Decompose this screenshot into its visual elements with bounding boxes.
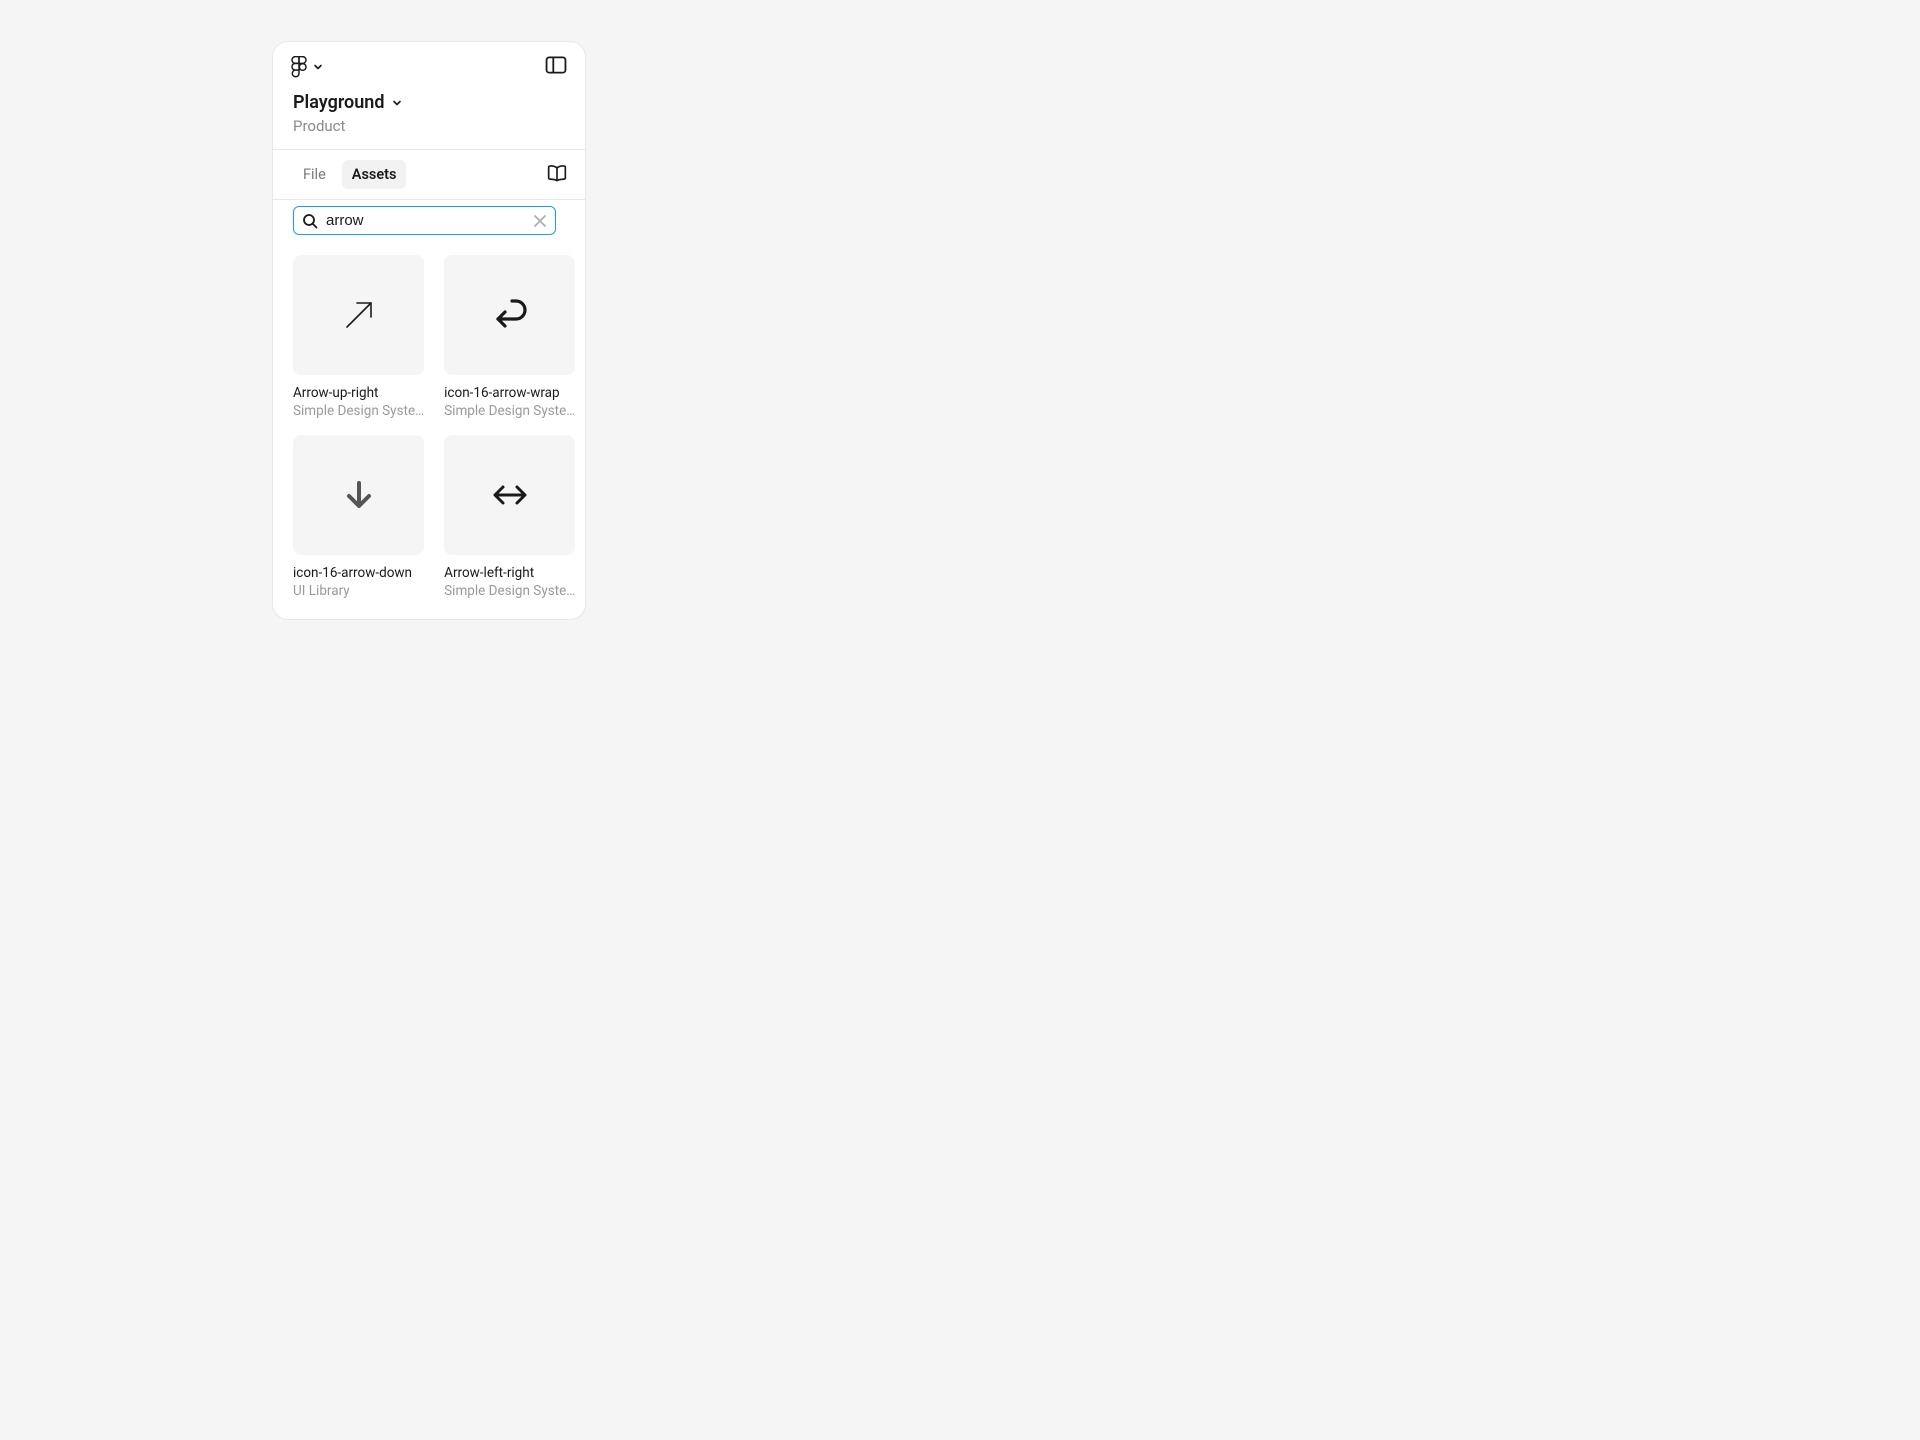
asset-item[interactable]: icon-16-arrow-wrap Simple Design Syste… xyxy=(444,255,575,419)
asset-name: Arrow-left-right xyxy=(444,565,575,581)
asset-thumb xyxy=(293,255,424,375)
library-button[interactable] xyxy=(547,164,567,186)
asset-item[interactable]: icon-16-arrow-down UI Library xyxy=(293,435,424,599)
asset-library: Simple Design Syste… xyxy=(444,403,575,419)
tabs-row: File Assets xyxy=(273,150,585,199)
asset-item[interactable]: Arrow-left-right Simple Design Syste… xyxy=(444,435,575,599)
tabs: File Assets xyxy=(293,160,406,189)
asset-name: icon-16-arrow-down xyxy=(293,565,424,581)
asset-item[interactable]: Arrow-up-right Simple Design Syste… xyxy=(293,255,424,419)
search-input[interactable] xyxy=(326,212,525,229)
search-row xyxy=(273,200,585,247)
assets-panel: Playground Product File Assets xyxy=(272,41,586,620)
asset-library: Simple Design Syste… xyxy=(293,403,424,419)
asset-name: icon-16-arrow-wrap xyxy=(444,385,575,401)
file-title-dropdown[interactable]: Playground xyxy=(293,92,565,113)
asset-library: Simple Design Syste… xyxy=(444,583,575,599)
asset-name: Arrow-up-right xyxy=(293,385,424,401)
arrow-up-right-icon xyxy=(337,293,381,337)
assets-grid: Arrow-up-right Simple Design Syste… icon… xyxy=(273,247,585,619)
title-block: Playground Product xyxy=(273,82,585,149)
sidebar-toggle-icon xyxy=(545,56,567,74)
library-icon xyxy=(547,164,567,182)
file-title: Playground xyxy=(293,92,384,113)
sidebar-toggle-button[interactable] xyxy=(545,56,567,78)
clear-icon[interactable] xyxy=(533,214,547,228)
asset-thumb xyxy=(444,435,575,555)
topbar xyxy=(273,42,585,82)
arrow-left-right-icon xyxy=(488,473,532,517)
asset-library: UI Library xyxy=(293,583,424,599)
tab-assets[interactable]: Assets xyxy=(342,160,407,189)
chevron-down-icon xyxy=(313,62,323,72)
asset-thumb xyxy=(293,435,424,555)
asset-thumb xyxy=(444,255,575,375)
arrow-wrap-icon xyxy=(488,293,532,337)
tab-file[interactable]: File xyxy=(293,160,336,189)
file-subtitle: Product xyxy=(293,117,565,135)
search-field[interactable] xyxy=(293,206,556,235)
search-icon xyxy=(302,213,318,229)
arrow-down-icon xyxy=(337,473,381,517)
chevron-down-icon xyxy=(392,98,402,108)
figma-logo-icon xyxy=(291,56,307,78)
logo-menu[interactable] xyxy=(291,56,323,78)
